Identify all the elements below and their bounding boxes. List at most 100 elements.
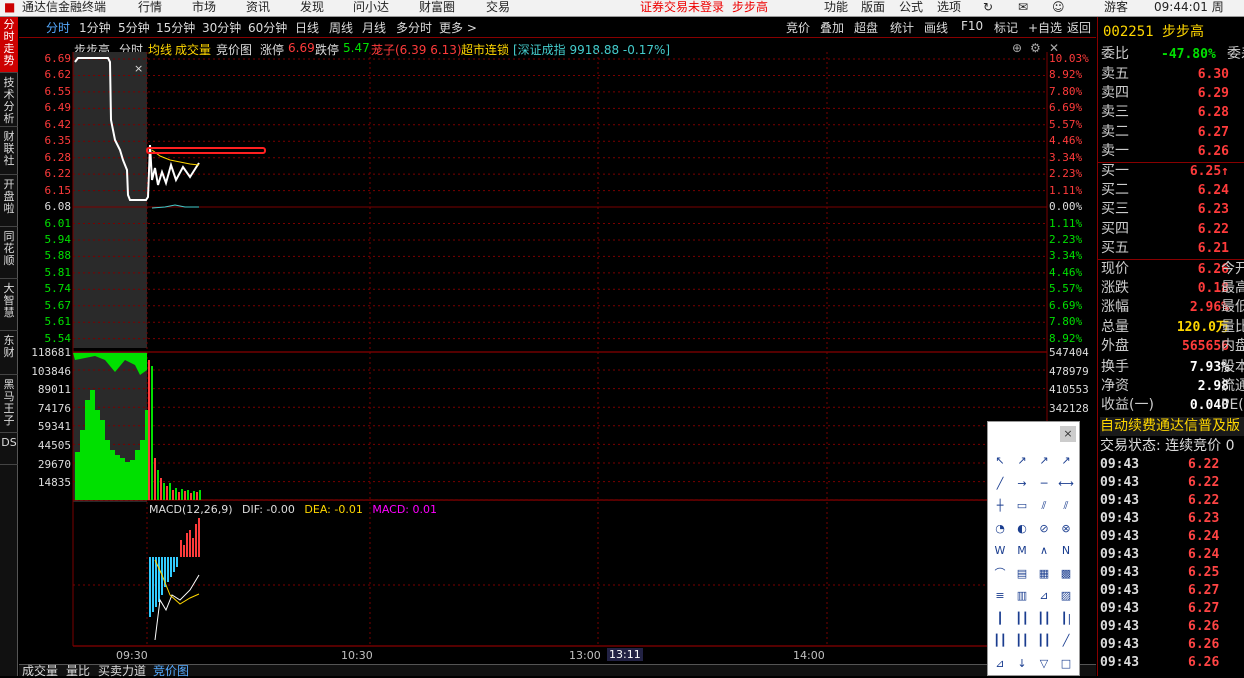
ask-row: 卖二 6.27: [1101, 123, 1244, 142]
tab-volume[interactable]: 成交量: [22, 665, 58, 677]
draw-tool-icon[interactable]: ≡: [991, 587, 1009, 605]
tick-time: 09:43: [1100, 475, 1140, 490]
draw-tool-icon[interactable]: ⫽: [1035, 497, 1053, 515]
draw-tool-icon[interactable]: ↗: [1035, 452, 1053, 470]
bid-row-label: 买三: [1101, 201, 1129, 218]
tick-price: 6.24: [1188, 547, 1220, 562]
percent-tick: 8.92%: [1049, 68, 1083, 82]
percent-tick: 7.80%: [1049, 315, 1083, 329]
tick-price: 6.27: [1188, 583, 1220, 598]
volume-bar: [85, 400, 90, 500]
stat-row-label: 换手: [1101, 359, 1129, 375]
price-tick: 6.15: [44, 183, 72, 197]
draw-tool-icon[interactable]: ↓: [1013, 655, 1031, 673]
time-1030: 10:30: [341, 649, 373, 662]
ask-row: 卖五 6.30: [1101, 65, 1244, 84]
draw-tool-icon[interactable]: ┃┃: [1035, 610, 1053, 628]
draw-tool-icon[interactable]: ┃┃: [1035, 632, 1053, 650]
tick-row: 09:43 6.25: [1100, 564, 1244, 582]
tick-time: 09:43: [1100, 493, 1140, 508]
draw-tool-icon[interactable]: M: [1013, 542, 1031, 560]
draw-tool-icon[interactable]: ⊿: [991, 655, 1009, 673]
quote-header: 002251 步步高: [1103, 21, 1204, 41]
draw-tool-icon[interactable]: ⌒: [991, 565, 1009, 583]
renew-banner[interactable]: 自动续费通达信普及版: [1100, 417, 1244, 436]
volume-bar: [172, 490, 174, 500]
draw-tool-icon[interactable]: ▨: [1057, 587, 1075, 605]
tick-price: 6.26: [1188, 655, 1220, 670]
tab-volume-ratio[interactable]: 量比: [66, 665, 90, 677]
draw-tool-icon[interactable]: ↗: [1057, 452, 1075, 470]
tab-buy-sell-force[interactable]: 买卖力道: [98, 665, 146, 677]
draw-tool-icon[interactable]: ⫽: [1057, 497, 1075, 515]
price-tick: 6.69: [44, 52, 72, 65]
draw-tool-icon[interactable]: ▽: [1035, 655, 1053, 673]
macd-dea: DEA: -0.01: [304, 503, 363, 516]
draw-tool-icon[interactable]: ┃┃: [1013, 610, 1031, 628]
percent-tick: 5.57%: [1049, 282, 1083, 296]
draw-tool-icon[interactable]: ↖: [991, 452, 1009, 470]
draw-tool-icon[interactable]: →: [1013, 475, 1031, 493]
draw-tool-icon[interactable]: ╱: [1057, 632, 1075, 650]
volume-bar: [190, 493, 192, 500]
tick-row: 09:43 6.22: [1100, 474, 1244, 492]
draw-tool-icon[interactable]: ◔: [991, 520, 1009, 538]
draw-tool-icon[interactable]: ◐: [1013, 520, 1031, 538]
draw-tool-icon[interactable]: □: [1057, 655, 1075, 673]
draw-tool-icon[interactable]: ▭: [1013, 497, 1031, 515]
stat-row-label: 涨幅: [1101, 299, 1129, 316]
ask-row: 卖三 6.28: [1101, 103, 1244, 122]
draw-tool-icon[interactable]: ⟷: [1057, 475, 1075, 493]
draw-tool-icon[interactable]: ▤: [1013, 565, 1031, 583]
volume-tick: 74176: [37, 401, 71, 415]
volume-bar: [154, 458, 156, 500]
draw-tool-icon[interactable]: ⊘: [1035, 520, 1053, 538]
draw-tool-icon[interactable]: ─: [1035, 475, 1053, 493]
draw-tool-icon[interactable]: ┃┃: [991, 632, 1009, 650]
draw-tool-icon[interactable]: ▥: [1013, 587, 1031, 605]
webi-label: 委比: [1101, 46, 1129, 62]
percent-tick: 1.11%: [1049, 216, 1083, 230]
draw-tool-icon[interactable]: ∧: [1035, 542, 1053, 560]
stat-row-label: 净资: [1101, 378, 1129, 395]
stat-row-ext: 今开: [1221, 261, 1244, 277]
volume-bar: [105, 440, 110, 500]
time-1300: 13:00: [569, 649, 601, 662]
user-name[interactable]: 游客: [1104, 0, 1128, 15]
tab-auction-chart[interactable]: 竞价图: [153, 665, 189, 677]
ask-row-value: 6.28: [1197, 105, 1229, 121]
percent-tick: 6.69%: [1049, 298, 1083, 312]
draw-tool-icon[interactable]: ┼: [991, 497, 1009, 515]
tick-price: 6.22: [1188, 457, 1220, 472]
tick-time: 09:43: [1100, 637, 1140, 652]
tick-time: 09:43: [1100, 511, 1140, 526]
volume-bar: [178, 492, 180, 500]
price-tick: 5.74: [44, 282, 72, 296]
draw-tool-icon[interactable]: ▩: [1057, 565, 1075, 583]
draw-tool-icon[interactable]: ▦: [1035, 565, 1053, 583]
draw-tool-icon[interactable]: N: [1057, 542, 1075, 560]
draw-tool-icon[interactable]: W: [991, 542, 1009, 560]
ask-row-value: 6.30: [1197, 67, 1229, 82]
draw-tool-icon[interactable]: ┃|: [1057, 610, 1075, 628]
tick-row: 09:43 6.27: [1100, 582, 1244, 600]
ask-row-label: 卖五: [1101, 66, 1129, 82]
draw-tool-icon[interactable]: ┃┃: [1013, 632, 1031, 650]
price-tick: 6.62: [44, 68, 72, 82]
draw-tool-icon[interactable]: ┃: [991, 610, 1009, 628]
percent-tick: 6.69%: [1049, 101, 1083, 115]
draw-tool-icon[interactable]: ⊗: [1057, 520, 1075, 538]
volume-bar: [148, 360, 150, 500]
percent-tick: 2.23%: [1049, 232, 1083, 246]
resistance-marker: [146, 147, 266, 154]
close-panel-icon[interactable]: ×: [1060, 426, 1076, 442]
volume-bar: [199, 490, 201, 500]
intraday-chart[interactable]: ×: [0, 0, 1096, 676]
draw-tool-icon[interactable]: ⊿: [1035, 587, 1053, 605]
draw-tool-icon[interactable]: ╱: [991, 475, 1009, 493]
macd-label-row: MACD(12,26,9) DIF: -0.00 DEA: -0.01 MACD…: [149, 503, 437, 516]
volume-bar: [95, 410, 100, 500]
bid-row-label: 买二: [1101, 182, 1129, 199]
draw-tool-icon[interactable]: ↗: [1013, 452, 1031, 470]
volume-bar: [90, 390, 95, 500]
